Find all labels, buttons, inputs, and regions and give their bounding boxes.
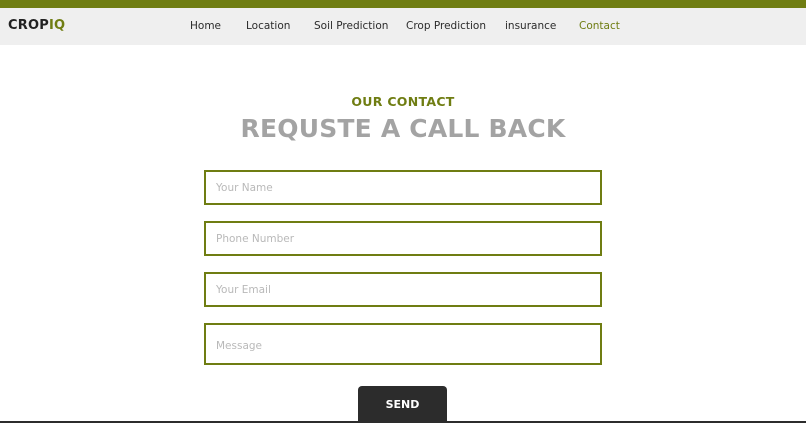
section-kicker: OUR CONTACT — [351, 94, 455, 109]
main-nav: Home Location Soil Prediction Crop Predi… — [0, 20, 806, 36]
nav-item-location[interactable]: Location — [246, 20, 290, 32]
site-header: CROPIQ Home Location Soil Prediction Cro… — [0, 8, 806, 45]
phone-field[interactable] — [204, 221, 602, 256]
send-button[interactable]: SEND — [358, 386, 447, 423]
message-field[interactable] — [204, 323, 602, 365]
name-field[interactable] — [204, 170, 602, 205]
page-title: REQUSTE A CALL BACK — [240, 114, 566, 143]
top-accent-bar — [0, 0, 806, 8]
email-field[interactable] — [204, 272, 602, 307]
nav-item-insurance[interactable]: insurance — [505, 20, 556, 32]
nav-item-soil-prediction[interactable]: Soil Prediction — [314, 20, 388, 32]
nav-item-home[interactable]: Home — [190, 20, 221, 32]
page: CROPIQ Home Location Soil Prediction Cro… — [0, 0, 806, 423]
nav-item-contact[interactable]: Contact — [579, 20, 620, 32]
nav-item-crop-prediction[interactable]: Crop Prediction — [406, 20, 486, 32]
